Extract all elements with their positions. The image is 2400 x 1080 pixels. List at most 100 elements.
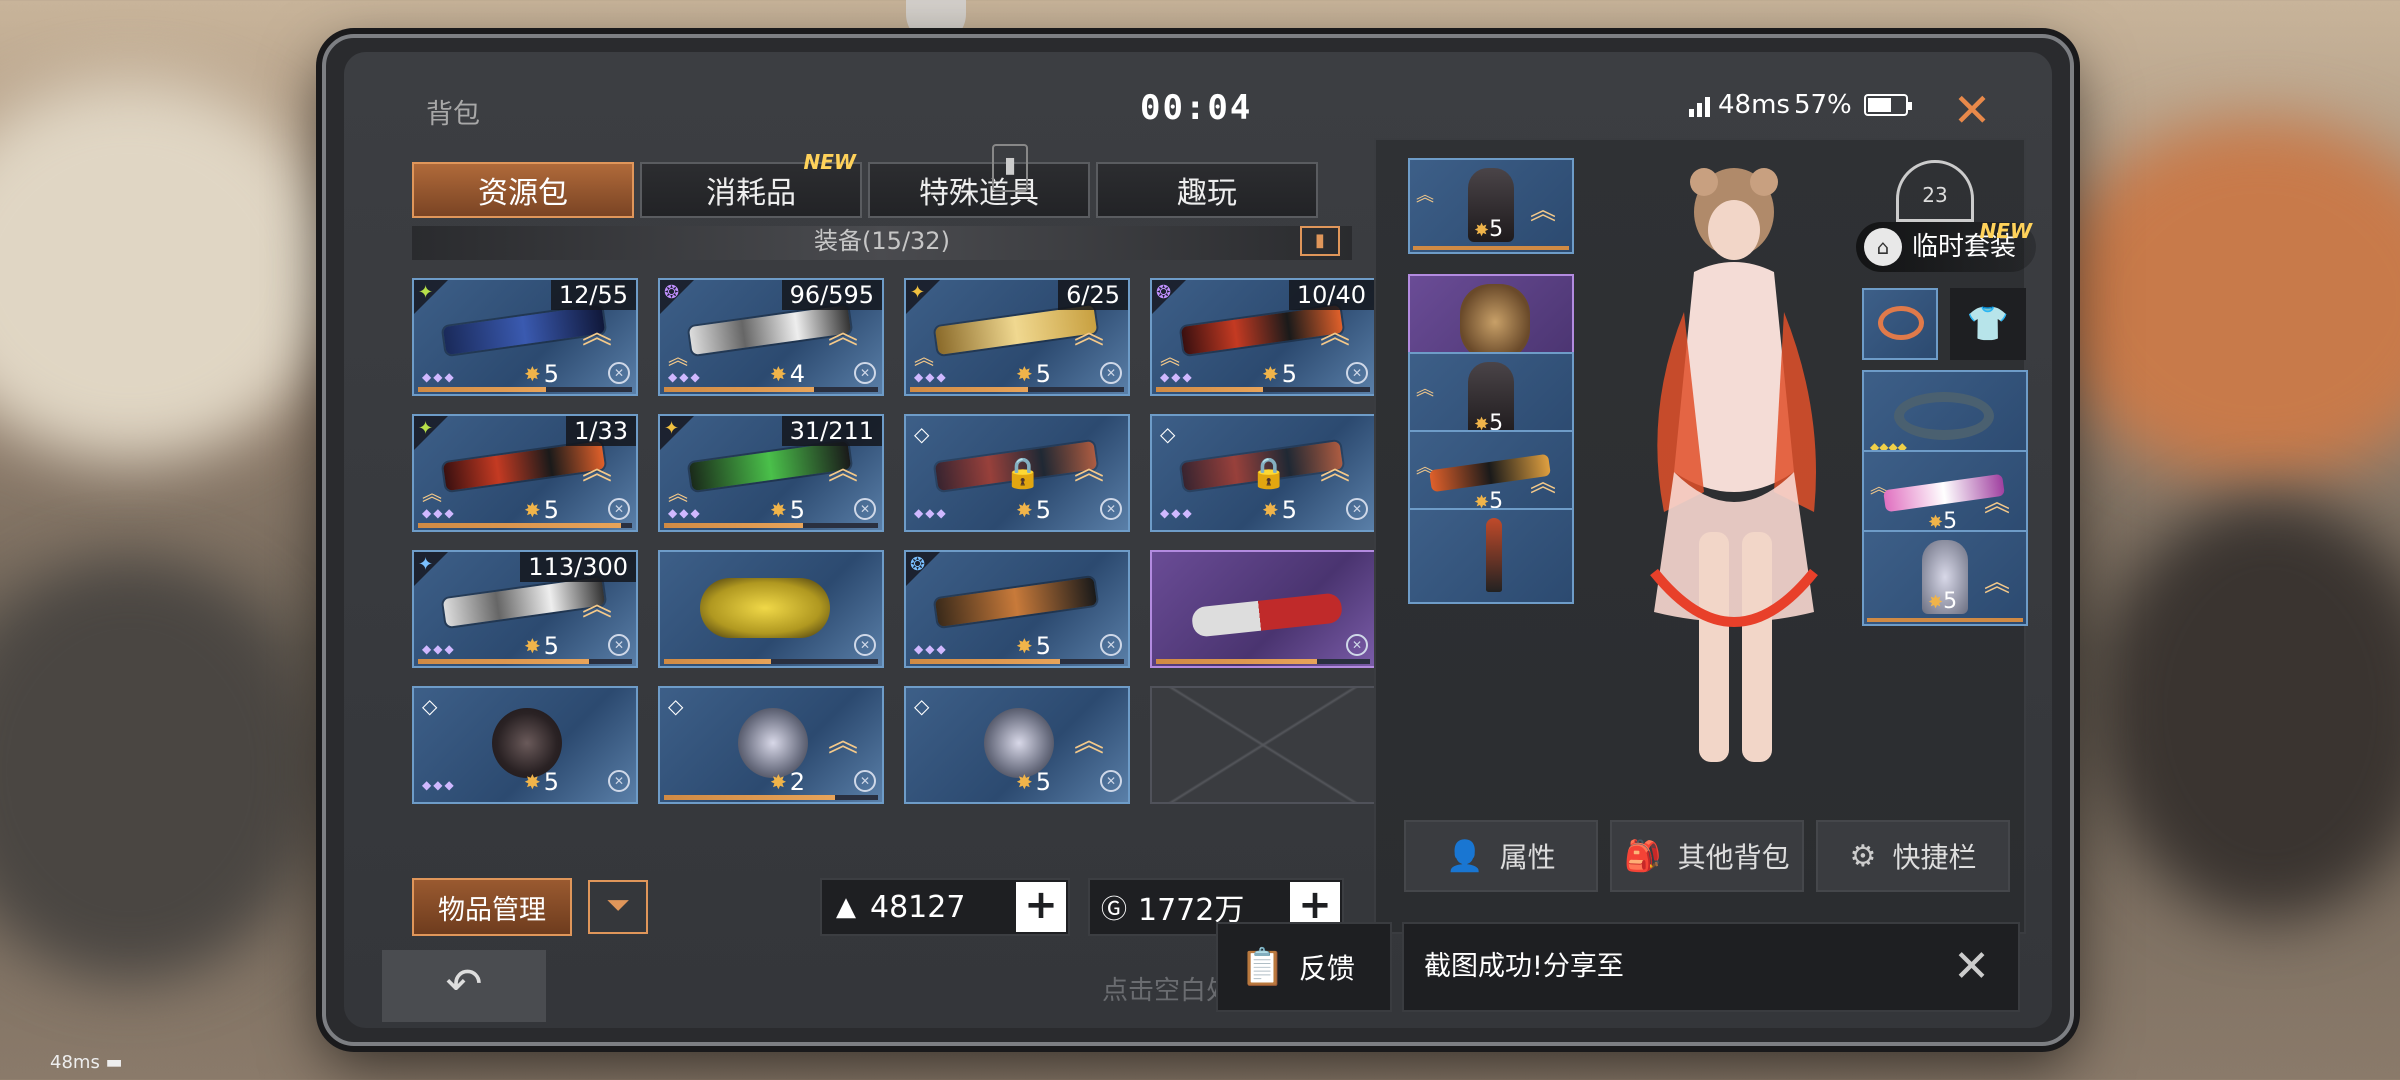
emblem-icon: ✕ <box>854 770 876 792</box>
feedback-button[interactable]: 📋 反馈 <box>1216 922 1392 1012</box>
bookmark-icon[interactable]: ▮ <box>992 144 1028 192</box>
item-slot[interactable]: ✦ 1/33 ︽ ︽ ◆◆◆ ✸ 5 ✕ <box>412 414 638 532</box>
star-level: ✸ 4 <box>770 360 806 388</box>
lock-icon: 🔒 <box>1250 456 1288 491</box>
item-slot-locked[interactable]: ◇ 🔒 ︽ ◆◆◆ ✸ 5 ✕ <box>904 414 1130 532</box>
item-slot-vehicle[interactable]: ✕ <box>658 550 884 668</box>
emblem-icon: ✕ <box>608 770 630 792</box>
gold-currency: ▲ 48127 + <box>820 878 1070 936</box>
star-level: ✸5 <box>1016 632 1052 660</box>
gem-icon: ◇ <box>1160 422 1176 446</box>
bag-icon: 🎒 <box>1624 838 1662 874</box>
item-slot[interactable]: ✦ 12/55 ︽ ◆◆◆ ✸ 5 ✕ <box>412 278 638 396</box>
star-level: ✸5 <box>524 768 560 796</box>
tab-fun[interactable]: 趣玩 <box>1096 162 1318 218</box>
rank-dots: ◆◆◆ <box>422 778 456 792</box>
item-slot[interactable]: ❂ 96/595 ︽ ︽ ◆◆◆ ✸ 4 ✕ <box>658 278 884 396</box>
upgrade-icon: ︽ <box>828 452 858 487</box>
weapon-image <box>442 305 606 355</box>
item-slot[interactable]: ❂ 10/40 ︽ ︽ ◆◆◆ ✸ 5 ✕ <box>1150 278 1376 396</box>
rank-dots: ◆◆◆ <box>422 370 456 384</box>
add-gold-button[interactable]: + <box>1016 882 1066 932</box>
close-icon[interactable]: ✕ <box>1953 924 1990 1010</box>
rank-dots: ◆◆◆ <box>668 506 702 520</box>
upgrade-icon: ︽ <box>1983 568 2010 598</box>
item-slot[interactable]: ❂ ◆◆◆ ✸ 5 ✕ <box>904 550 1130 668</box>
upgrade-small-icon: ︽ <box>668 481 688 505</box>
star-value: 5 <box>543 632 560 660</box>
item-slot-locked[interactable]: ◇ 🔒 ︽ ◆◆◆ ✸ 5 ✕ <box>1150 414 1376 532</box>
gold-bar-icon: ▲ <box>836 892 856 922</box>
other-bags-button[interactable]: 🎒 其他背包 <box>1610 820 1804 892</box>
gold-value: 48127 <box>870 889 966 925</box>
item-count: 113/300 <box>520 552 636 582</box>
timer: 00:04 <box>1140 88 1253 128</box>
lock-icon: 🔒 <box>1004 456 1042 491</box>
category-tabs: 资源包 消耗品 NEW 特殊道具 趣玩 <box>412 150 1318 218</box>
emblem-icon: ✕ <box>1100 498 1122 520</box>
item-slot[interactable]: ◇ ︽ ✸ 2 ✕ <box>658 686 884 804</box>
tab-consumables[interactable]: 消耗品 NEW <box>640 150 862 218</box>
inventory-screen: 背包 00:04 48ms 57% ✕ 资源包 消耗品 NEW 特殊道具 趣玩 ▮… <box>344 52 2052 1028</box>
equip-slot-melee[interactable] <box>1408 508 1574 604</box>
attributes-button[interactable]: 👤 属性 <box>1404 820 1598 892</box>
item-slot-empty[interactable] <box>1150 686 1376 804</box>
weapon-image <box>934 577 1098 627</box>
emblem-icon: ✕ <box>1346 498 1368 520</box>
item-slot[interactable]: ✦ 31/211 ︽ ︽ ◆◆◆ ✸ 5 ✕ <box>658 414 884 532</box>
upgrade-icon: ︽ <box>1320 452 1350 487</box>
battery-icon <box>1863 94 1912 116</box>
emblem-icon: ✕ <box>1100 770 1122 792</box>
item-slot[interactable]: ◇ ︽ ✸ 5 ✕ <box>904 686 1130 804</box>
upgrade-icon: ︽ <box>1529 468 1556 498</box>
item-slot-chainsaw[interactable]: ✕ <box>1150 550 1376 668</box>
rarity-icon: ❂ <box>1156 282 1172 303</box>
gem-icon: ◇ <box>914 422 930 446</box>
tab-special-items[interactable]: 特殊道具 <box>868 162 1090 218</box>
upgrade-icon: ︽ <box>1529 196 1556 226</box>
star-level: ✸5 <box>524 632 560 660</box>
rank-dots: ◆◆◆ <box>422 506 456 520</box>
weapon-image <box>442 577 606 627</box>
accessory-slot[interactable] <box>1862 288 1938 360</box>
quickbar-button[interactable]: ⚙ 快捷栏 <box>1816 820 2010 892</box>
item-management-button[interactable]: 物品管理 <box>412 878 572 936</box>
close-icon[interactable]: ✕ <box>1942 80 2002 140</box>
item-slot[interactable]: ◇ ◆◆◆ ✸ 5 ✕ <box>412 686 638 804</box>
temp-outfit-button[interactable]: ⌂ 临时套装 NEW <box>1856 219 2037 272</box>
equip-slot-helmet[interactable]: ︽ ︽ ✸5 <box>1408 158 1574 254</box>
item-count: 12/55 <box>550 280 636 310</box>
back-button[interactable]: ↶ <box>382 950 546 1022</box>
star-value: 5 <box>1943 589 1958 614</box>
weapon-image <box>934 305 1098 355</box>
item-count: 96/595 <box>781 280 882 310</box>
rank-dots: ◆◆◆ <box>422 642 456 656</box>
section-header: 装备(15/32) ▮ <box>412 226 1352 260</box>
star-value: 5 <box>1035 496 1052 524</box>
latency-overlay-text: 48ms <box>50 1052 100 1073</box>
filter-icon[interactable]: ⏷ <box>588 880 648 934</box>
star-level: ✸5 <box>770 496 806 524</box>
tab-resource-pack[interactable]: 资源包 <box>412 162 634 218</box>
outfit-toggle-icon[interactable]: 👕 <box>1950 288 2026 360</box>
upgrade-icon: ︽ <box>582 588 612 623</box>
star-level: ✸ 2 <box>770 768 806 796</box>
locker-number: 23 <box>1922 183 1948 207</box>
equip-slot-vest[interactable]: ︽ ✸5 <box>1862 530 2028 626</box>
screenshot-toast: 截图成功!分享至 ✕ <box>1402 922 2020 1012</box>
other-bags-label: 其他背包 <box>1677 841 1790 874</box>
weapon-image <box>1180 305 1344 355</box>
quickbar-label: 快捷栏 <box>1892 841 1977 874</box>
upgrade-icon: ︽ <box>1074 724 1104 759</box>
upgrade-icon: ︽ <box>582 316 612 351</box>
emblem-icon: ✕ <box>854 634 876 656</box>
item-slot[interactable]: ✦ 6/25 ︽ ︽ ◆◆◆ ✸ 5 ✕ <box>904 278 1130 396</box>
emblem-icon: ✕ <box>1100 634 1122 656</box>
lock-toggle-icon[interactable]: ▮ <box>1300 226 1340 256</box>
item-slot[interactable]: ✦ 113/300 ︽ ◆◆◆ ✸ 5 ✕ <box>412 550 638 668</box>
upgrade-icon: ︽ <box>1983 488 2010 518</box>
weapon-image <box>688 441 852 491</box>
star-value: 5 <box>1281 496 1298 524</box>
upgrade-small-icon: ︽ <box>1416 185 1434 206</box>
rank-dots: ◆◆◆ <box>914 642 948 656</box>
